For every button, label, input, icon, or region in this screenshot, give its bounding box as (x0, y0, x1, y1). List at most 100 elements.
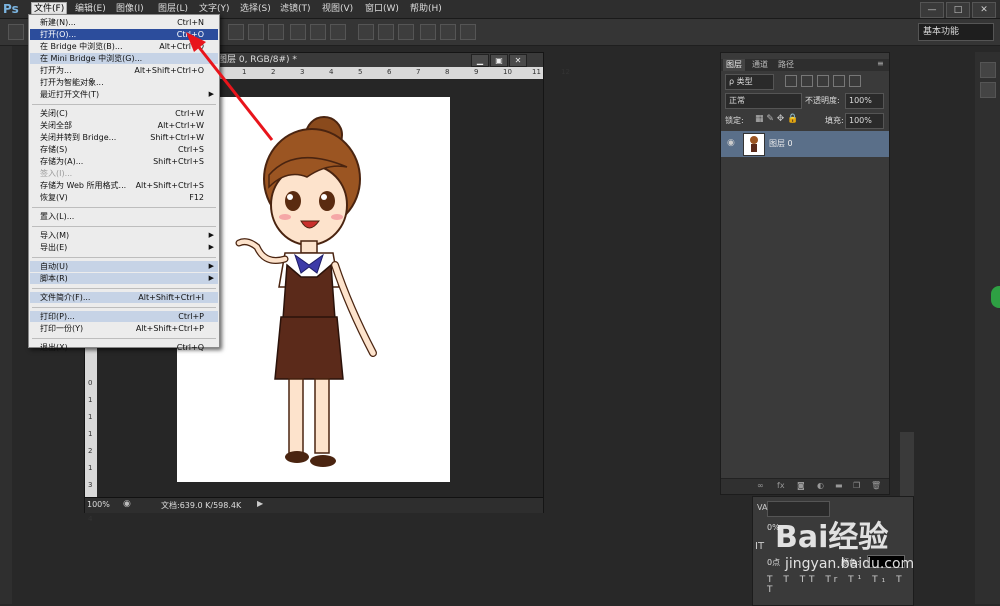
menu-item-label: 存储为(A)... (40, 157, 84, 166)
workspace-select[interactable]: 基本功能 (918, 23, 994, 41)
blend-mode-select[interactable]: 正常 (725, 93, 802, 109)
zoom-level[interactable]: 100% (87, 500, 110, 509)
file-menu-item[interactable]: 自动(U) ▶ (30, 261, 218, 272)
maximize-button[interactable]: □ (946, 2, 970, 18)
align-vcenter-icon[interactable] (248, 24, 264, 40)
menu-item-shortcut: Alt+Ctrl+O (159, 42, 204, 51)
menu-9[interactable]: 帮助(H) (408, 3, 444, 16)
menu-item-label: 新建(N)... (40, 18, 76, 27)
menu-item-label: 关闭全部 (40, 121, 72, 130)
doc-restore-button[interactable]: ▣ (490, 54, 508, 67)
text-style-buttons[interactable]: T T TT Tr T¹ T₁ T T (767, 575, 907, 595)
pixel-filter-icon[interactable] (785, 75, 797, 87)
ruler-h-label: 2 (271, 68, 276, 76)
file-menu-item[interactable]: 文件简介(F)... Alt+Shift+Ctrl+I (30, 292, 218, 303)
file-menu-item[interactable]: 关闭全部 Alt+Ctrl+W (30, 120, 218, 131)
menu-separator (32, 104, 216, 105)
file-menu-item[interactable]: 存储为 Web 所用格式... Alt+Shift+Ctrl+S (30, 180, 218, 191)
status-menu-arrow-icon[interactable]: ▶ (257, 499, 263, 508)
mask-icon[interactable]: ◙ (797, 481, 805, 490)
panel-menu-icon[interactable]: ≡ (877, 59, 884, 68)
fill-input[interactable]: 100% (845, 113, 884, 129)
tab-paths[interactable]: 路径 (775, 59, 797, 71)
adjustment-layer-icon[interactable]: ◐ (817, 481, 824, 490)
file-menu-item[interactable]: 退出(X) Ctrl+Q (30, 342, 218, 353)
menu-6[interactable]: 滤镜(T) (278, 3, 313, 16)
ruler-v-label: 1 (88, 430, 93, 438)
layer-row[interactable]: ◉ 图层 0 (721, 131, 889, 157)
distribute-hcenter-icon[interactable] (440, 24, 456, 40)
layer-name[interactable]: 图层 0 (769, 138, 793, 149)
align-top-icon[interactable] (228, 24, 244, 40)
opacity-input[interactable]: 100% (845, 93, 884, 109)
file-menu-item[interactable]: 打开(O)... Ctrl+O (30, 29, 218, 40)
lock-icons[interactable]: ▦ ✎ ✥ 🔒 (755, 114, 798, 124)
shape-filter-icon[interactable] (833, 75, 845, 87)
menu-item-label: 文件简介(F)... (40, 293, 91, 302)
file-menu-item[interactable]: 关闭并转到 Bridge... Shift+Ctrl+W (30, 132, 218, 143)
photoshop-logo: Ps (3, 2, 19, 16)
align-hcenter-icon[interactable] (310, 24, 326, 40)
adjust-filter-icon[interactable] (801, 75, 813, 87)
file-menu-item[interactable]: 打开为... Alt+Shift+Ctrl+O (30, 65, 218, 76)
file-menu-item[interactable]: 导出(E) ▶ (30, 242, 218, 253)
status-info-icon[interactable]: ◉ (123, 499, 131, 509)
file-menu-item[interactable]: 脚本(R) ▶ (30, 273, 218, 284)
file-menu-item[interactable]: 打印一份(Y) Alt+Shift+Ctrl+P (30, 323, 218, 334)
file-menu-item[interactable]: 新建(N)... Ctrl+N (30, 17, 218, 28)
eye-icon[interactable]: ◉ (727, 138, 735, 148)
minimize-button[interactable]: — (920, 2, 944, 18)
file-menu-item[interactable]: 在 Bridge 中浏览(B)... Alt+Ctrl+O (30, 41, 218, 52)
file-menu-item[interactable]: 置入(L)... (30, 211, 218, 222)
align-right-icon[interactable] (330, 24, 346, 40)
ruler-v-label: 2 (88, 447, 93, 455)
move-tool-option-icon[interactable] (8, 24, 24, 40)
tab-layers[interactable]: 图层 (723, 59, 745, 71)
trash-icon[interactable]: 🗑 (871, 481, 881, 490)
distribute-left-icon[interactable] (420, 24, 436, 40)
layer-filter-icons (785, 75, 881, 87)
new-group-icon[interactable]: ▬ (835, 481, 843, 490)
fx-icon[interactable]: fx (777, 481, 785, 490)
file-menu-item[interactable]: 最近打开文件(T) ▶ (30, 89, 218, 100)
submenu-arrow-icon: ▶ (208, 231, 214, 239)
distribute-top-icon[interactable] (358, 24, 374, 40)
file-menu-item[interactable]: 在 Mini Bridge 中浏览(G)... (30, 53, 218, 64)
menu-item-label: 退出(X) (40, 343, 68, 352)
menu-5[interactable]: 选择(S) (238, 3, 273, 16)
file-menu-item[interactable]: 导入(M) ▶ (30, 230, 218, 241)
file-menu-item[interactable]: 存储为(A)... Shift+Ctrl+S (30, 156, 218, 167)
distribute-vcenter-icon[interactable] (378, 24, 394, 40)
ruler-h-label: 3 (300, 68, 305, 76)
properties-icon[interactable] (980, 82, 996, 98)
file-menu-item[interactable]: 关闭(C) Ctrl+W (30, 108, 218, 119)
menu-7[interactable]: 视图(V) (320, 3, 355, 16)
close-button[interactable]: ✕ (972, 2, 996, 18)
smart-filter-icon[interactable] (849, 75, 861, 87)
file-menu-item[interactable]: 打印(P)... Ctrl+P (30, 311, 218, 322)
link-layers-icon[interactable]: ∞ (757, 481, 764, 490)
menu-separator (32, 226, 216, 227)
menu-item-label: 打开(O)... (40, 30, 77, 39)
distribute-right-icon[interactable] (460, 24, 476, 40)
doc-close-button[interactable]: ✕ (509, 54, 527, 67)
new-layer-icon[interactable]: ❐ (853, 481, 860, 490)
baidu-watermark: Bai经验 jingyan.baidu.com (775, 494, 955, 574)
tools-panel (0, 46, 12, 604)
type-filter-icon[interactable] (817, 75, 829, 87)
align-left-icon[interactable] (290, 24, 306, 40)
menu-item-shortcut: Alt+Ctrl+W (157, 121, 204, 130)
file-menu-item[interactable]: 恢复(V) F12 (30, 192, 218, 203)
doc-minimize-button[interactable]: ▁ (471, 54, 489, 67)
menu-separator (32, 207, 216, 208)
file-menu-item[interactable]: 存储(S) Ctrl+S (30, 144, 218, 155)
side-toggle-icon[interactable] (991, 286, 1000, 308)
history-icon[interactable] (980, 62, 996, 78)
menu-8[interactable]: 窗口(W) (363, 3, 401, 16)
layer-filter-select[interactable]: ρ 类型 (725, 74, 774, 90)
tab-channels[interactable]: 通道 (749, 59, 771, 71)
file-menu-item[interactable]: 打开为智能对象... (30, 77, 218, 88)
distribute-bottom-icon[interactable] (398, 24, 414, 40)
align-bottom-icon[interactable] (268, 24, 284, 40)
menu-item-shortcut: Ctrl+P (178, 312, 204, 321)
